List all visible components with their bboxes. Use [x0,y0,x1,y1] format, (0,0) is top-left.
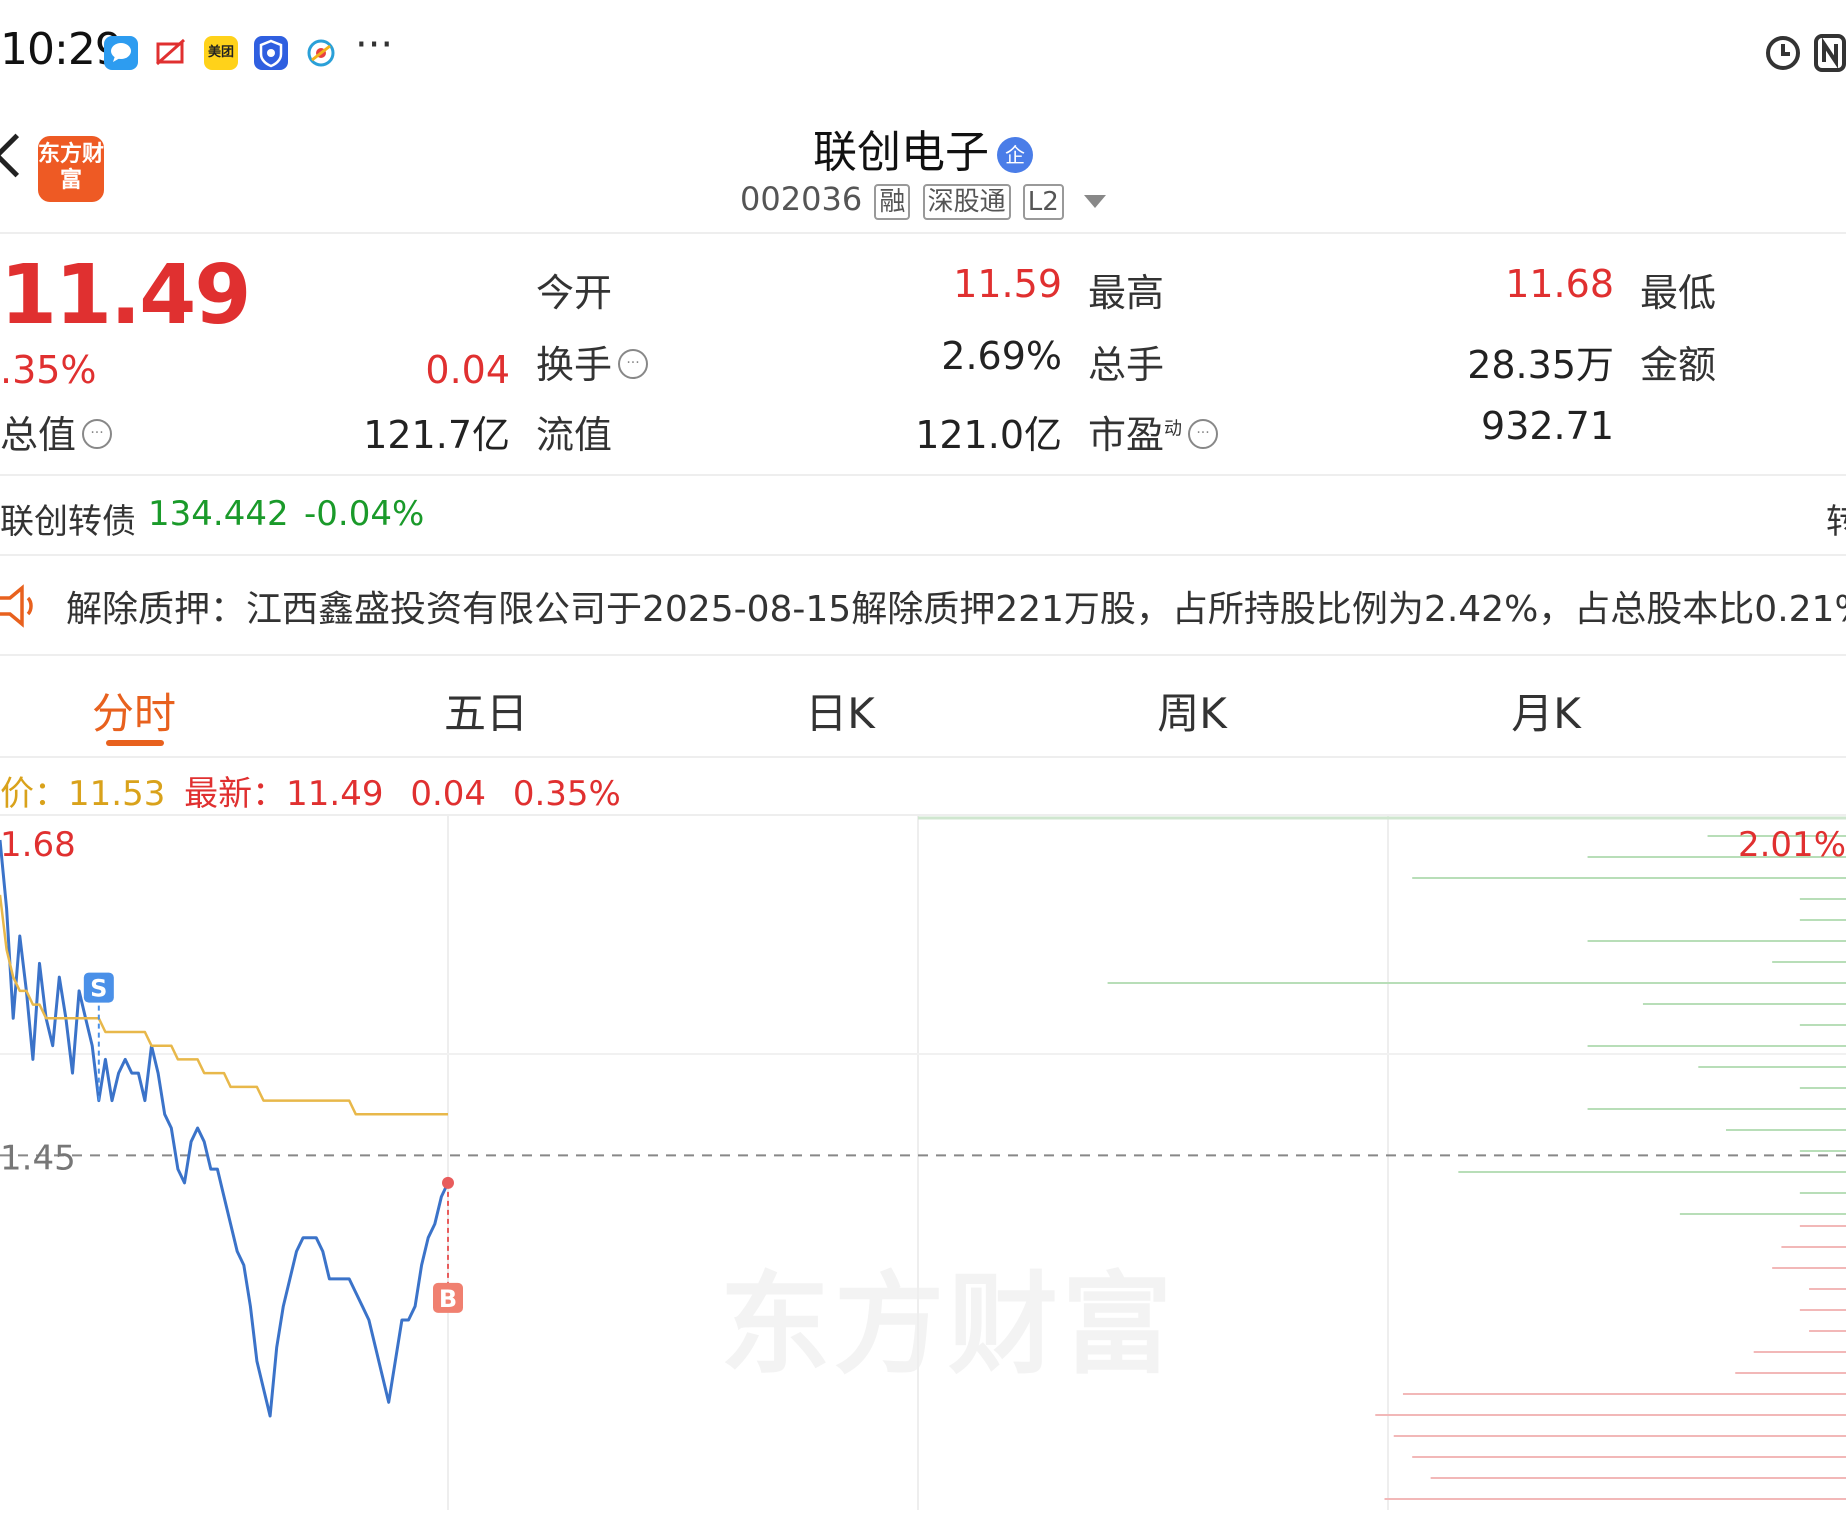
tab-intraday[interactable]: 分时 [34,680,234,741]
tag-shenzhen-connect: 深股通 [922,184,1011,220]
stock-title: 联创电子企 [0,116,1846,180]
y-axis-top-label: 1.68 [0,825,76,865]
tab-daily-k[interactable]: 日K [740,680,940,741]
y-axis-reference-label: 1.45 [0,1138,76,1178]
notice-text[interactable]: 解除质押：江西鑫盛投资有限公司于2025-08-15解除质押221万股，占所持股… [66,580,1846,632]
tab-monthly-k[interactable]: 月K [1446,680,1646,741]
stock-name: 联创电子 [813,127,989,178]
meituan-icon: 美团 [204,36,238,70]
total-value: 121.7亿 [363,413,510,457]
latest-label: 最新： [184,774,287,814]
change-amount: 0.04 [425,348,510,392]
latest-percent: 0.35% [512,774,621,814]
intraday-chart[interactable]: SB 1.68 1.45 2.01% [0,816,1846,1510]
current-price: 11.49 [0,248,251,343]
order-book-bars [1107,835,1846,1500]
turnover-value: 2.69% [941,334,1062,378]
tab-active-indicator [106,740,164,746]
change-percent: .35% [0,348,97,392]
latest-value: 11.49 [286,774,384,814]
bond-change: -0.04% [304,494,425,534]
divider [0,232,1846,234]
divider [0,756,1846,758]
tab-weekly-k[interactable]: 周K [1092,680,1292,741]
browser-icon [304,36,338,70]
mirror-icon [154,36,188,70]
chart-grid [0,816,1846,1510]
high-value: 11.68 [1505,262,1614,306]
nfc-icon [1814,34,1846,76]
stock-code-row[interactable]: 002036 融 深股通 L2 [0,180,1846,220]
bond-price: 134.442 [148,494,289,534]
sell-marker-label: S [90,975,107,1003]
pe-dynamic-mark: 动 [1164,418,1183,440]
tag-level2: L2 [1022,184,1064,220]
open-label: 今开 [536,271,613,315]
more-info-icon[interactable]: ··· [82,418,113,449]
chevron-down-icon[interactable] [1083,194,1106,208]
tab-five-day[interactable]: 五日 [386,680,586,741]
divider [0,474,1846,476]
divider [0,654,1846,656]
chat-app-icon [104,36,138,70]
intraday-chart-svg[interactable]: SB 1.681.452.01% [0,816,1846,1510]
clock-icon [1764,34,1802,76]
float-value: 121.0亿 [915,413,1062,457]
more-info-icon[interactable]: ··· [1188,418,1219,449]
amount-label: 金额 [1640,343,1717,387]
y-axis-right-top-label: 2.01% [1738,825,1846,865]
pe-value: 932.71 [1481,404,1614,448]
price-lines: SB [0,839,463,1418]
enterprise-badge-icon: 企 [997,137,1033,173]
low-label: 最低 [1640,271,1717,315]
chart-info-row: 价：11.53 最新：11.49 0.04 0.35% [0,766,621,815]
bond-name[interactable]: 联创转债 [0,494,136,543]
high-label: 最高 [1088,271,1165,315]
shield-app-icon [254,36,288,70]
price-series-line [0,839,450,1418]
buy-marker-label: B [439,1285,457,1313]
float-value-label: 流值 [536,413,613,457]
avg-value: 11.53 [68,774,166,814]
stock-code: 002036 [740,180,863,218]
volume-label: 总手 [1088,343,1165,387]
avg-label: 价： [0,774,68,814]
tag-margin: 融 [874,184,911,220]
divider [0,554,1846,556]
total-value-label[interactable]: 总值 ··· [0,404,113,459]
bond-more-link[interactable]: 转 [1826,494,1846,543]
avg-series-line [0,894,448,1116]
volume-value: 28.35万 [1467,343,1614,387]
more-info-icon[interactable]: ··· [618,348,649,379]
status-overflow-icon: ··· [355,22,394,68]
turnover-label[interactable]: 换手 ··· [536,334,649,389]
open-value: 11.59 [953,262,1062,306]
latest-change: 0.04 [410,774,487,814]
pe-label[interactable]: 市盈动 ··· [1088,404,1219,459]
speaker-icon [0,584,36,628]
